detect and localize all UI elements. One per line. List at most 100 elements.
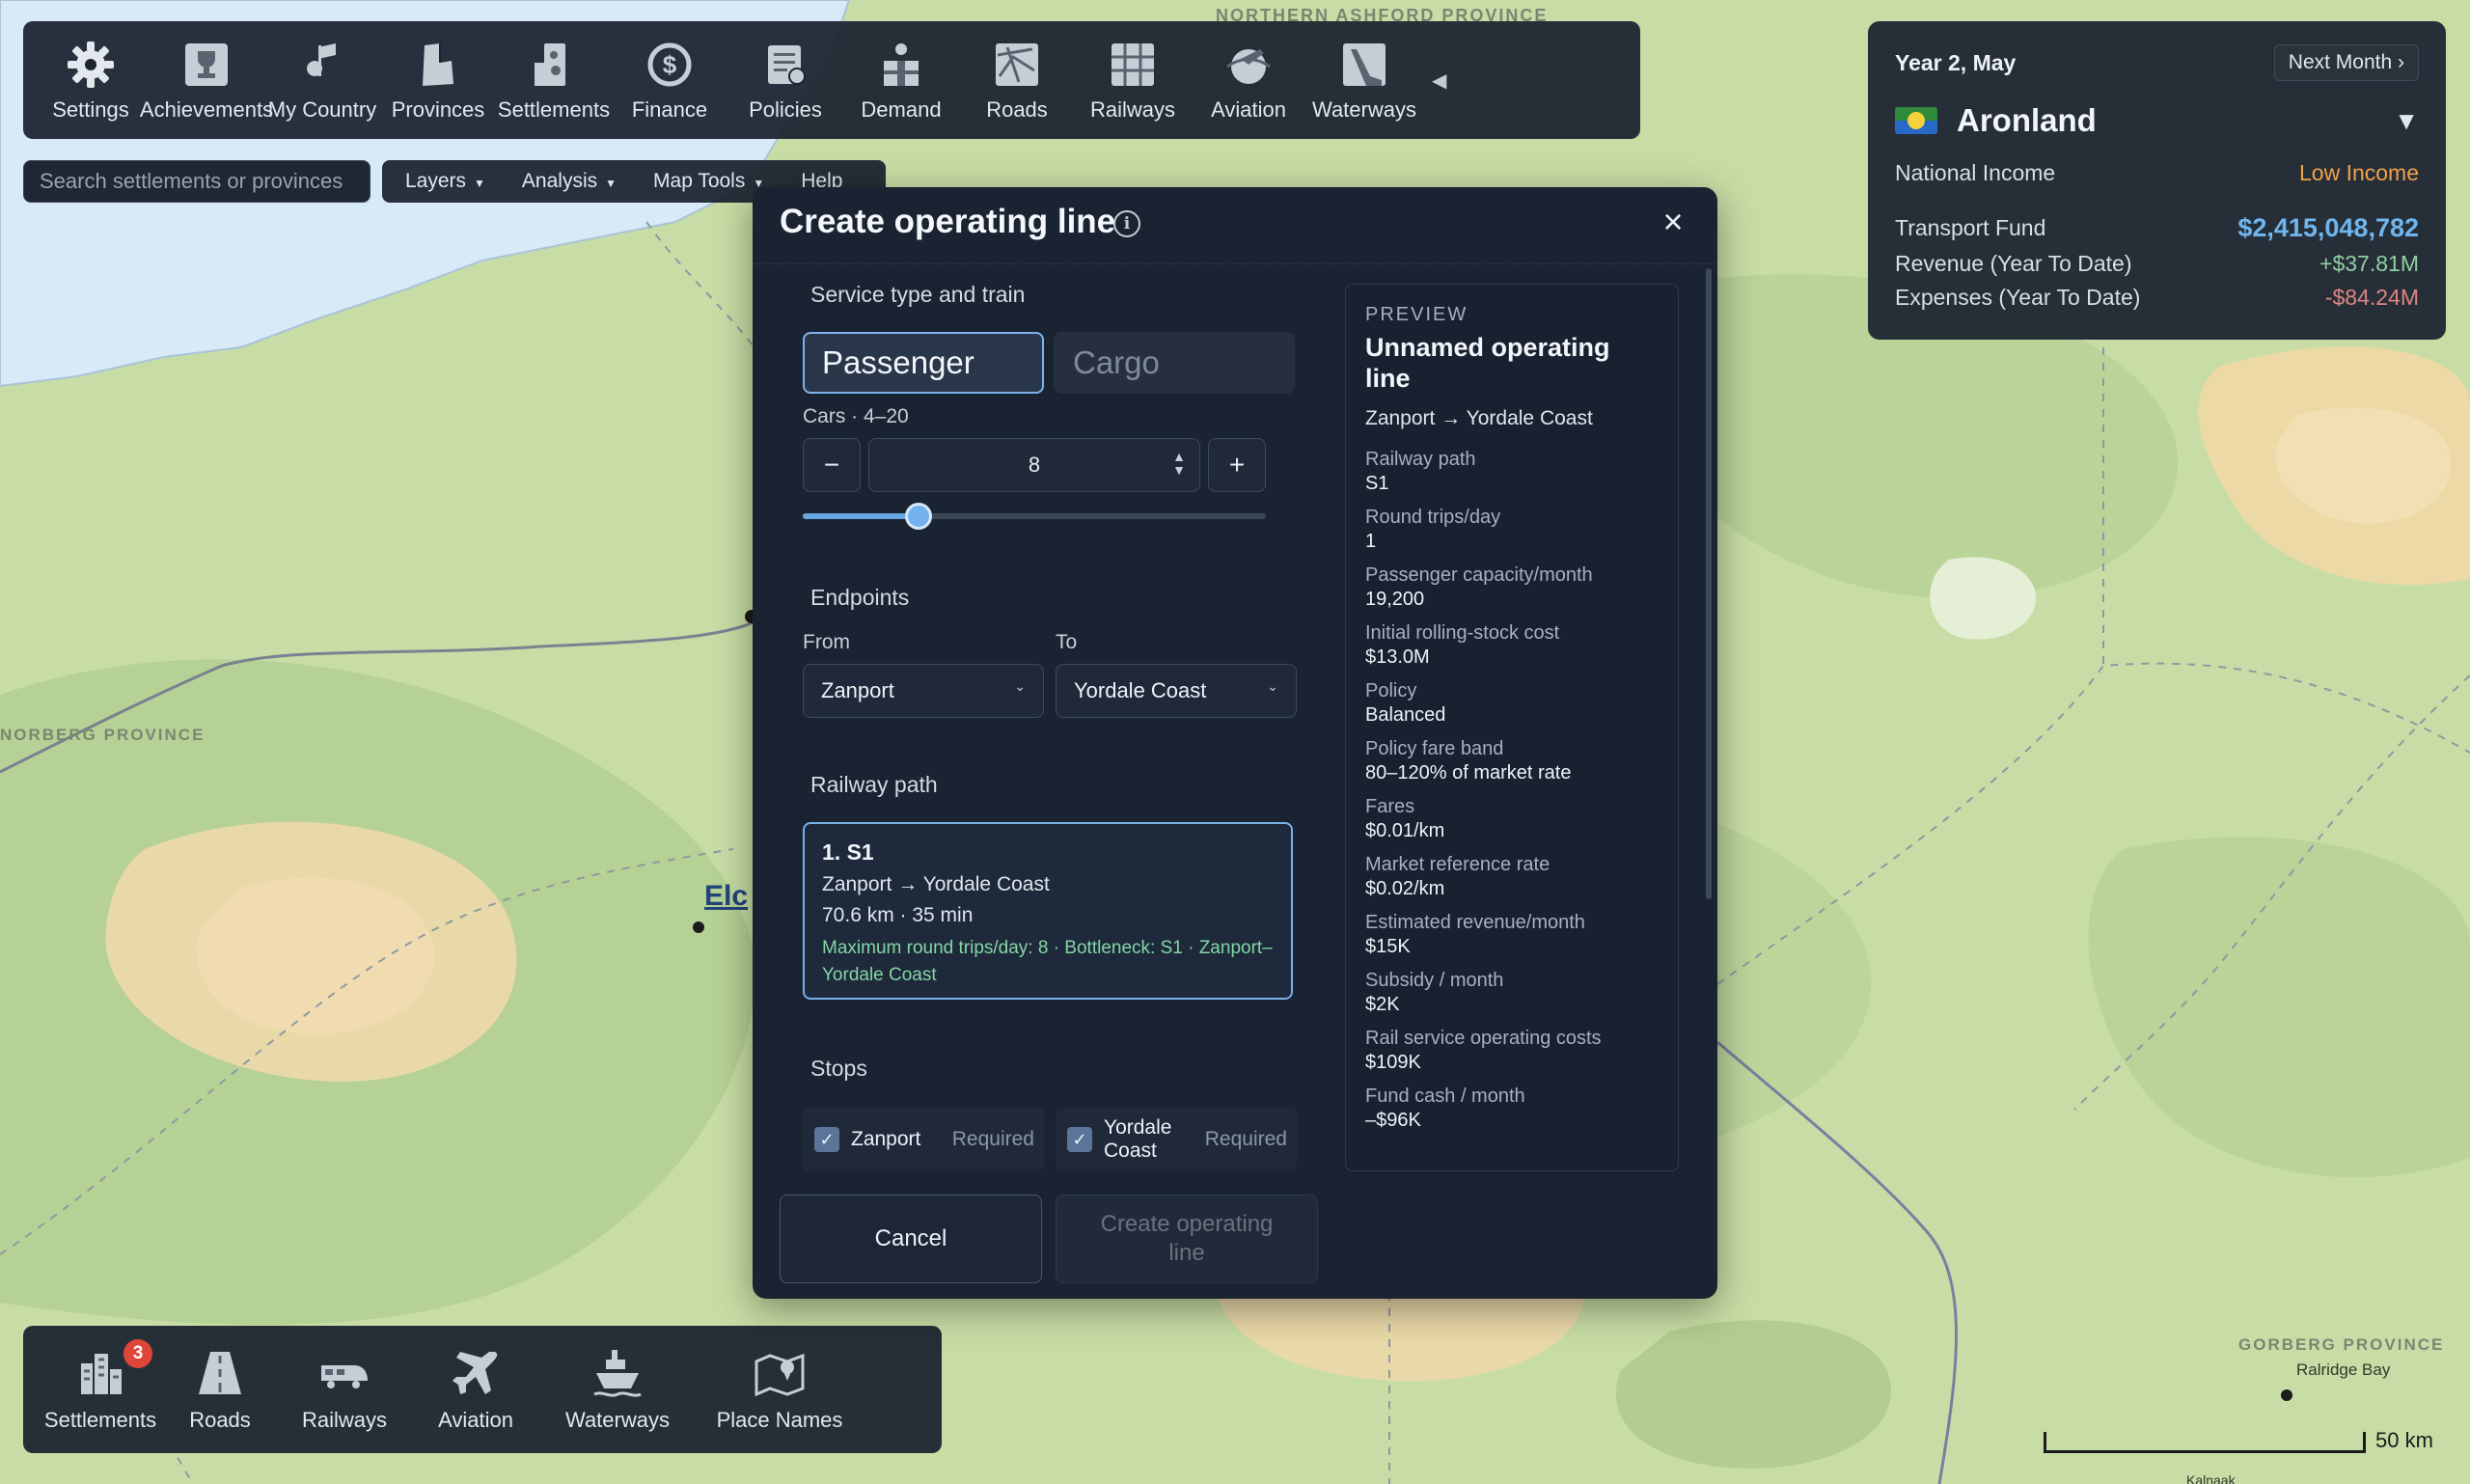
cars-slider[interactable] (803, 503, 1266, 530)
bottom-roads[interactable]: Roads (160, 1326, 280, 1453)
cars-slider-thumb[interactable] (905, 503, 932, 530)
from-select[interactable]: Zanport ⌄ (803, 664, 1044, 718)
toolbar-aviation[interactable]: Aviation (1191, 21, 1306, 139)
toolbar-settings[interactable]: Settings (33, 21, 149, 139)
toolbar-demand-label: Demand (861, 97, 942, 122)
transport-fund-label: Transport Fund (1895, 215, 2046, 240)
bottom-railways-label: Railways (301, 1408, 388, 1432)
finance-icon: $ (647, 42, 692, 87)
menu-layers[interactable]: Layers ▼ (405, 170, 485, 193)
railways-icon (1112, 43, 1154, 86)
bottom-aviation[interactable]: Aviation (409, 1326, 542, 1453)
stop-item-zanport[interactable]: ✓ Zanport Required (803, 1108, 1044, 1171)
stop-required-tag: Required (1204, 1128, 1287, 1150)
menu-analysis-label: Analysis (521, 170, 598, 192)
settlements-icon (535, 43, 565, 86)
toolbar-settlements[interactable]: Settlements (496, 21, 612, 139)
toolbar-roads-label: Roads (986, 97, 1048, 122)
toolbar-policies-label: Policies (749, 97, 822, 122)
city-marker-ralridge-bay[interactable] (2281, 1389, 2292, 1401)
current-date: Year 2, May (1895, 49, 2017, 75)
bottom-settlements[interactable]: Settlements 3 (41, 1326, 160, 1453)
bottom-settlements-label: Settlements (43, 1408, 157, 1432)
preview-stat-value: 80–120% of market rate (1365, 762, 1572, 783)
service-type-label: Service type and train (810, 282, 1026, 307)
trophy-icon (185, 43, 228, 86)
railway-path-option[interactable]: 1. S1 Zanport → Yordale Coast 70.6 km · … (803, 822, 1293, 1000)
cars-input[interactable] (868, 438, 1200, 492)
dialog-scrollbar[interactable] (1706, 268, 1712, 899)
preview-stat: Policy fare band 80–120% of market rate (1365, 737, 1659, 785)
train-icon (321, 1365, 368, 1388)
toolbar-roads[interactable]: Roads (959, 21, 1075, 139)
bottom-waterways[interactable]: Waterways (542, 1326, 693, 1453)
preview-stat: Policy Balanced (1365, 679, 1659, 728)
country-dropdown-icon[interactable]: ▼ (2394, 106, 2419, 136)
menu-map-tools[interactable]: Map Tools ▼ (653, 170, 764, 193)
city-label-elc[interactable]: Elc (704, 880, 748, 913)
country-selector[interactable]: Aronland (1895, 102, 2097, 139)
country-name: Aronland (1957, 102, 2097, 138)
toolbar-achievements[interactable]: Achievements (140, 21, 273, 139)
checkbox-checked-icon[interactable]: ✓ (814, 1127, 839, 1152)
transport-fund-value: $2,415,048,782 (2237, 213, 2419, 242)
menu-analysis[interactable]: Analysis ▼ (522, 170, 617, 193)
to-select[interactable]: Yordale Coast ⌄ (1056, 664, 1297, 718)
preview-stat-label: Estimated revenue/month (1365, 912, 1585, 933)
toolbar-policies[interactable]: Policies (727, 21, 843, 139)
toolbar-achievements-label: Achievements (139, 97, 274, 122)
path-option-stats: 70.6 km · 35 min (822, 904, 974, 926)
preview-stat: Market reference rate $0.02/km (1365, 853, 1659, 901)
stop-item-yordale-coast[interactable]: ✓ Yordale Coast Required (1056, 1108, 1297, 1171)
city-label-ralridge-bay[interactable]: Ralridge Bay (2296, 1360, 2390, 1380)
toolbar-collapse-button[interactable]: ◀ (1432, 69, 1446, 93)
toolbar-waterways[interactable]: Waterways (1306, 21, 1422, 139)
preview-stat-label: Fares (1365, 796, 1415, 817)
toolbar-my-country[interactable]: My Country (264, 21, 380, 139)
cars-label: Cars · 4–20 (803, 405, 909, 427)
info-icon[interactable]: i (1113, 210, 1140, 237)
top-toolbar: Settings Achievements My Country Provinc… (23, 21, 1640, 139)
city-label-kalnaak[interactable]: Kalnaak (2186, 1472, 2236, 1484)
to-select-value: Yordale Coast (1074, 678, 1207, 702)
preview-stat-value: $109K (1365, 1052, 1421, 1073)
toolbar-aviation-label: Aviation (1211, 97, 1286, 122)
national-income-label: National Income (1895, 160, 2056, 185)
waterways-icon (1343, 43, 1386, 86)
map-scale-label: 50 km (2375, 1428, 2433, 1452)
toolbar-finance[interactable]: $ Finance (612, 21, 727, 139)
cars-increment-button[interactable]: + (1208, 438, 1266, 492)
create-operating-line-dialog: Create operating line i × Service type a… (753, 187, 1717, 1299)
preview-stat: Estimated revenue/month $15K (1365, 911, 1659, 959)
close-button[interactable]: × (1654, 202, 1692, 241)
preview-stat-label: Initial rolling-stock cost (1365, 622, 1560, 644)
preview-title: Unnamed operating line (1365, 333, 1610, 393)
search-input[interactable] (23, 160, 370, 203)
spinner-arrows-icon[interactable]: ▲ ▼ (1169, 450, 1189, 481)
toolbar-demand[interactable]: Demand (843, 21, 959, 139)
path-option-bottleneck: Maximum round trips/day: 8 · Bottleneck:… (822, 938, 1273, 985)
preview-stat-value: –$96K (1365, 1110, 1421, 1131)
bottom-place-names[interactable]: Place Names (693, 1326, 866, 1453)
preview-stat-value: $15K (1365, 936, 1411, 957)
toolbar-finance-label: Finance (631, 97, 708, 122)
toolbar-settlements-label: Settlements (497, 97, 611, 122)
toolbar-railways[interactable]: Railways (1075, 21, 1191, 139)
checkbox-checked-icon[interactable]: ✓ (1067, 1127, 1092, 1152)
service-cargo-button[interactable]: Cargo (1054, 332, 1295, 394)
preview-stat: Fares $0.01/km (1365, 795, 1659, 843)
bottom-aviation-label: Aviation (438, 1408, 513, 1432)
cars-decrement-button[interactable]: − (803, 438, 861, 492)
preview-stat: Initial rolling-stock cost $13.0M (1365, 621, 1659, 670)
service-passenger-button[interactable]: Passenger (803, 332, 1044, 394)
toolbar-provinces[interactable]: Provinces (380, 21, 496, 139)
caret-down-icon: ▼ (605, 177, 618, 190)
next-month-button[interactable]: Next Month › (2273, 44, 2419, 81)
cancel-button[interactable]: Cancel (780, 1195, 1042, 1283)
city-marker-elc[interactable] (693, 921, 704, 933)
chevron-down-icon: ⌄ (1014, 678, 1026, 694)
create-operating-line-button[interactable]: Create operating line (1056, 1195, 1318, 1283)
map-icon (755, 1353, 805, 1397)
preview-tag: PREVIEW (1365, 304, 1468, 325)
bottom-railways[interactable]: Railways (280, 1326, 409, 1453)
